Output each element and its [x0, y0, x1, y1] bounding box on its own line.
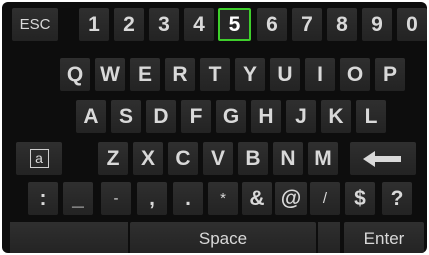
- key-e[interactable]: E: [130, 58, 160, 91]
- keyboard-row-4: a Z X C V B N M: [2, 142, 427, 175]
- key-v[interactable]: V: [203, 142, 233, 175]
- key-4[interactable]: 4: [184, 8, 214, 41]
- keyboard-row-5: : _ - , . * & @ / $ ?: [2, 182, 427, 215]
- case-toggle-label: a: [29, 149, 49, 168]
- key-l[interactable]: L: [356, 100, 386, 133]
- key-6[interactable]: 6: [257, 8, 287, 41]
- key-d[interactable]: D: [146, 100, 176, 133]
- key-n[interactable]: N: [273, 142, 303, 175]
- key-dollar[interactable]: $: [345, 182, 375, 215]
- key-h[interactable]: H: [251, 100, 281, 133]
- keyboard-row-1: ESC 1 2 3 4 5 6 7 8 9 0: [2, 8, 427, 41]
- key-a[interactable]: A: [76, 100, 106, 133]
- key-0[interactable]: 0: [397, 8, 427, 41]
- key-i[interactable]: I: [305, 58, 335, 91]
- key-w[interactable]: W: [95, 58, 125, 91]
- key-question[interactable]: ?: [382, 182, 412, 215]
- key-c[interactable]: C: [168, 142, 198, 175]
- left-arrow-icon: [363, 150, 401, 167]
- key-case-toggle[interactable]: a: [16, 142, 62, 175]
- key-k[interactable]: K: [321, 100, 351, 133]
- key-m[interactable]: M: [308, 142, 338, 175]
- keyboard-row-6: Space Enter: [2, 222, 427, 253]
- key-ampersand[interactable]: &: [242, 182, 272, 215]
- key-5-selected[interactable]: 5: [218, 8, 251, 41]
- key-space[interactable]: Space: [130, 222, 316, 253]
- keyboard-row-3: A S D F G H J K L: [2, 100, 427, 133]
- key-comma[interactable]: ,: [137, 182, 167, 215]
- key-b[interactable]: B: [238, 142, 268, 175]
- key-2[interactable]: 2: [114, 8, 144, 41]
- space-bar-left-segment: [10, 222, 128, 253]
- key-r[interactable]: R: [165, 58, 195, 91]
- key-slash[interactable]: /: [310, 182, 340, 215]
- key-o[interactable]: O: [340, 58, 370, 91]
- space-bar-right-segment: [318, 222, 340, 253]
- key-1[interactable]: 1: [79, 8, 109, 41]
- key-g[interactable]: G: [216, 100, 246, 133]
- key-asterisk[interactable]: *: [208, 182, 238, 215]
- key-7[interactable]: 7: [292, 8, 322, 41]
- key-y[interactable]: Y: [235, 58, 265, 91]
- key-q[interactable]: Q: [60, 58, 90, 91]
- key-u[interactable]: U: [270, 58, 300, 91]
- key-colon[interactable]: :: [28, 182, 58, 215]
- key-j[interactable]: J: [286, 100, 316, 133]
- key-f[interactable]: F: [181, 100, 211, 133]
- key-period[interactable]: .: [173, 182, 203, 215]
- key-z[interactable]: Z: [98, 142, 128, 175]
- key-x[interactable]: X: [133, 142, 163, 175]
- keyboard-row-2: Q W E R T Y U I O P: [2, 58, 427, 91]
- key-underscore[interactable]: _: [63, 182, 93, 215]
- key-8[interactable]: 8: [327, 8, 357, 41]
- key-t[interactable]: T: [200, 58, 230, 91]
- key-esc[interactable]: ESC: [12, 8, 58, 41]
- key-backspace[interactable]: [350, 142, 416, 175]
- key-enter[interactable]: Enter: [344, 222, 424, 253]
- key-9[interactable]: 9: [362, 8, 392, 41]
- key-at[interactable]: @: [275, 182, 307, 215]
- key-p[interactable]: P: [375, 58, 405, 91]
- key-hyphen[interactable]: -: [101, 182, 131, 215]
- key-s[interactable]: S: [111, 100, 141, 133]
- onscreen-keyboard: ESC 1 2 3 4 5 6 7 8 9 0 Q W E R T Y U I …: [2, 2, 427, 253]
- key-3[interactable]: 3: [149, 8, 179, 41]
